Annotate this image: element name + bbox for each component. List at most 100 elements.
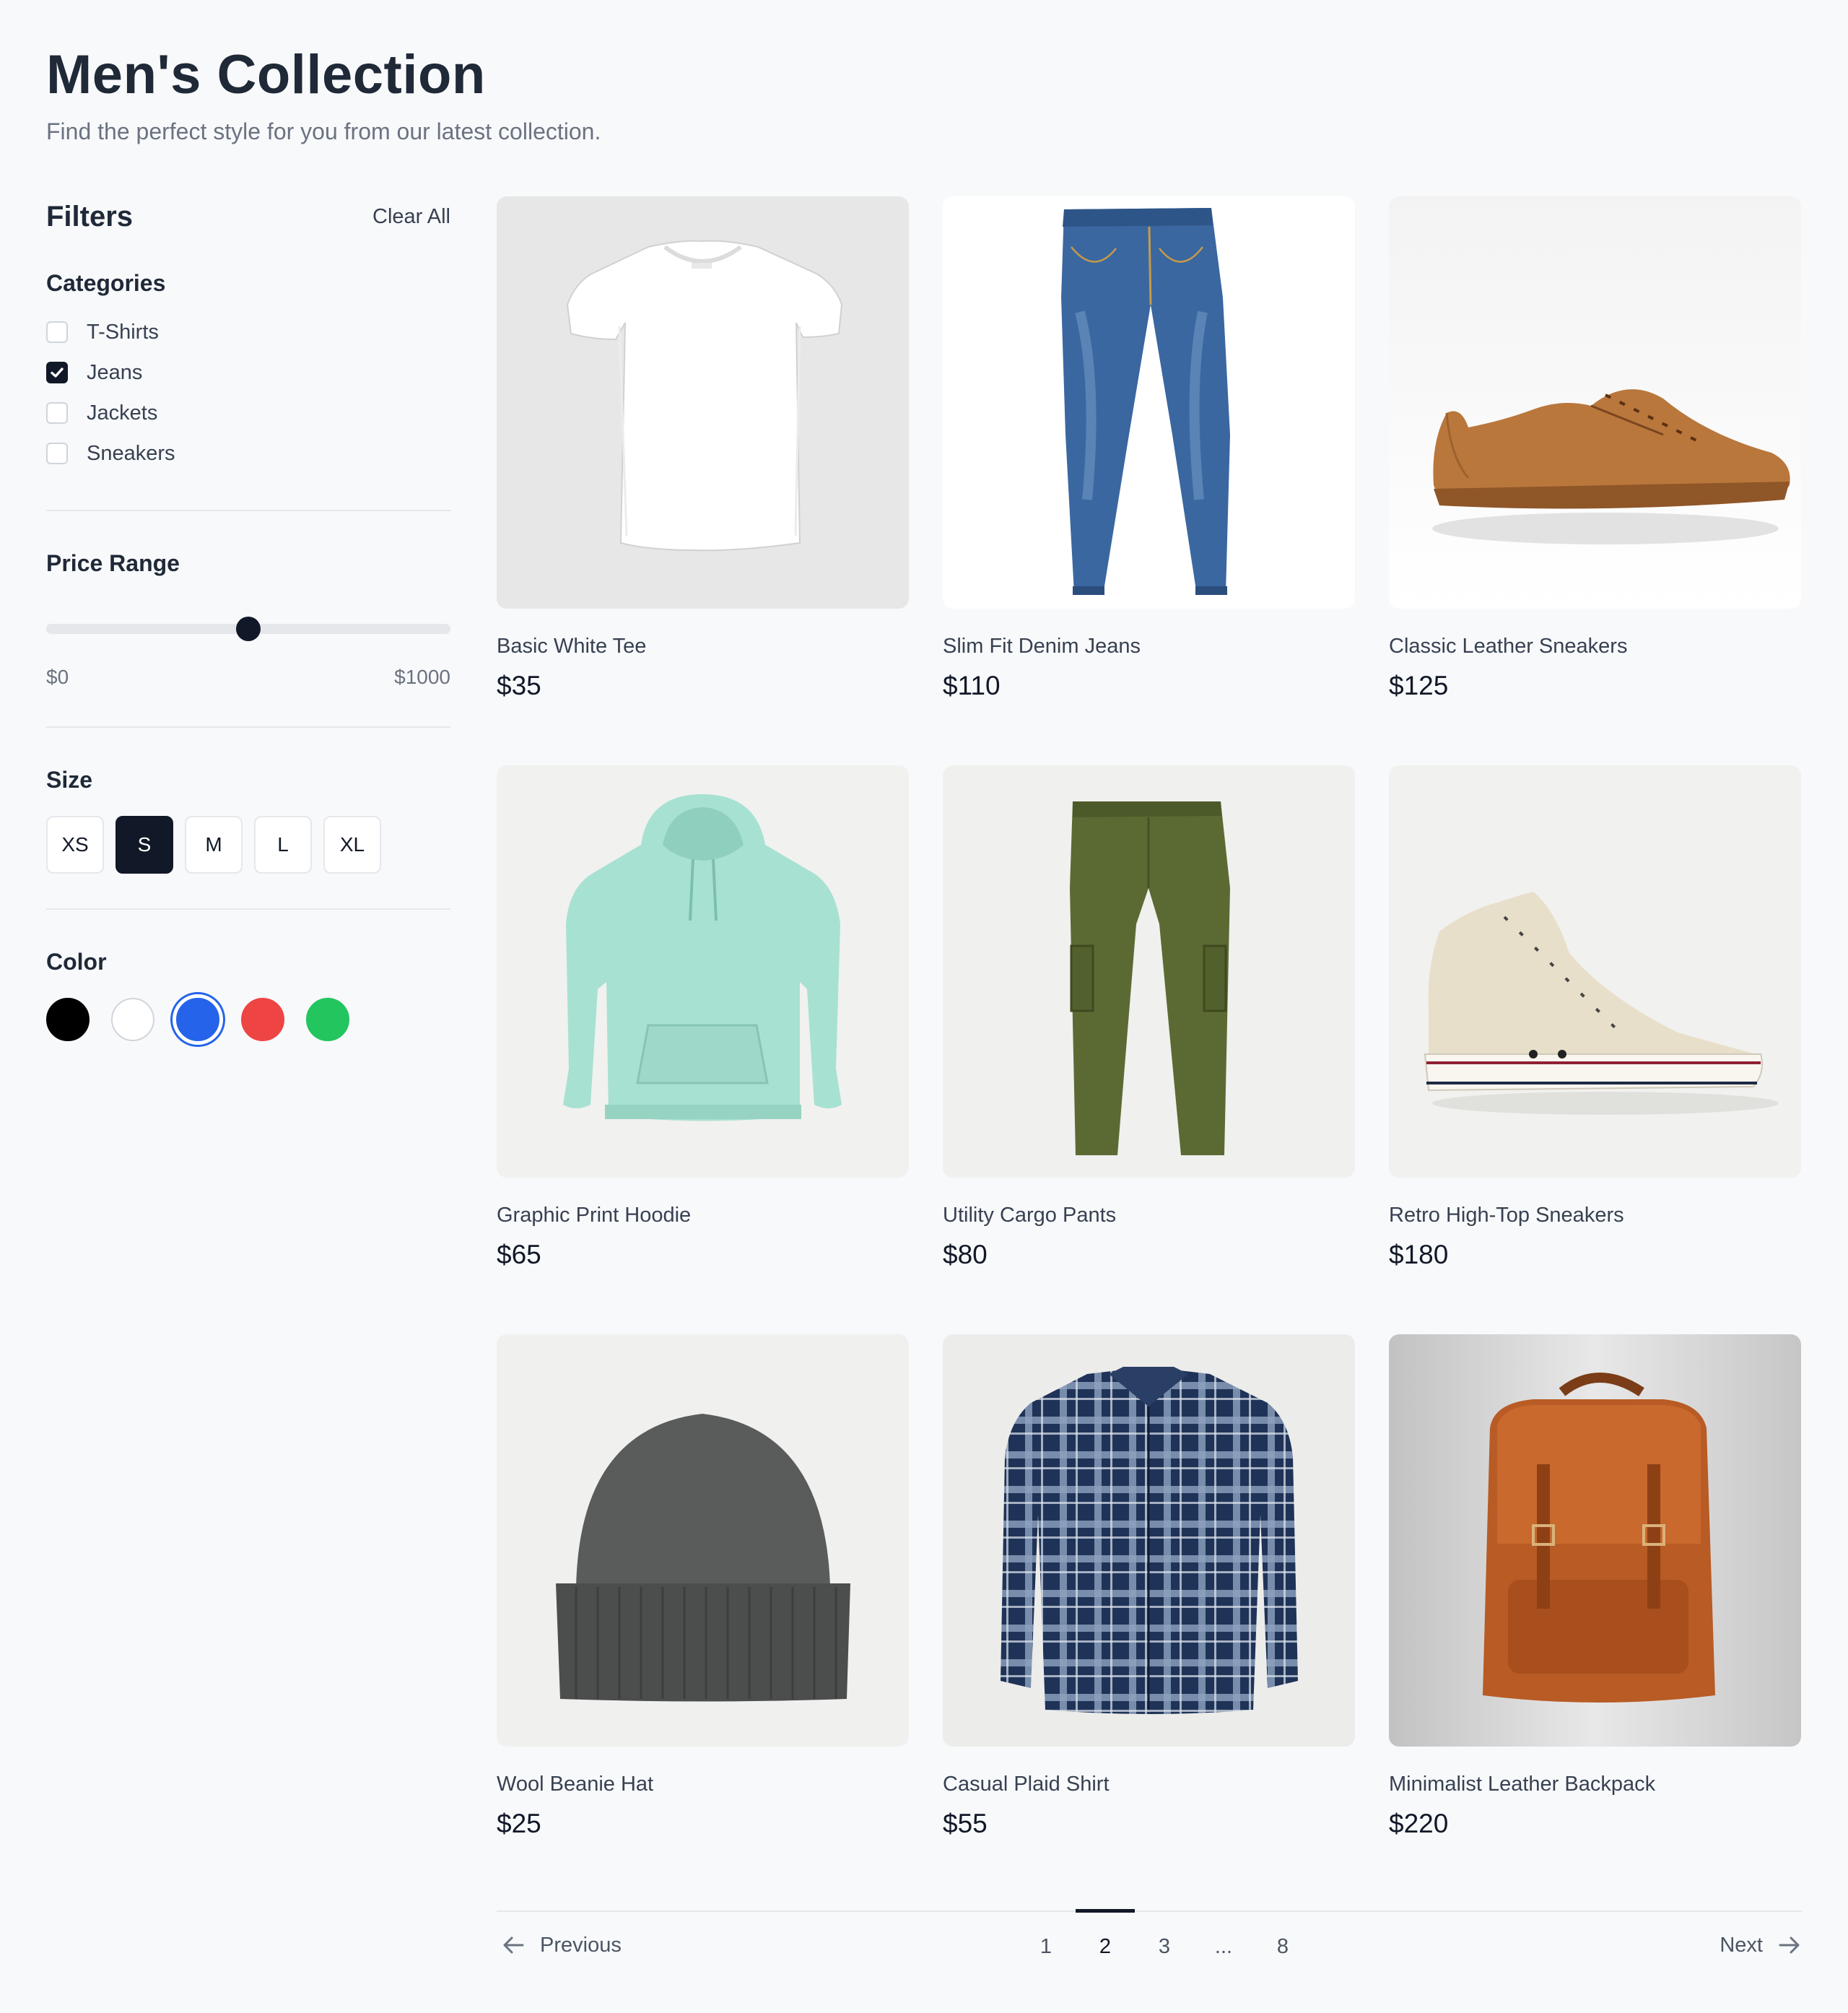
product-image[interactable] bbox=[943, 765, 1355, 1178]
tshirt-image bbox=[497, 196, 909, 609]
next-button[interactable]: Next bbox=[1720, 1932, 1802, 1958]
category-item-jackets[interactable]: Jackets bbox=[46, 393, 450, 433]
product-name[interactable]: Basic White Tee bbox=[497, 632, 909, 661]
checkbox[interactable] bbox=[46, 443, 68, 464]
product-name[interactable]: Graphic Print Hoodie bbox=[497, 1201, 909, 1230]
divider bbox=[46, 908, 450, 910]
page-ellipsis: ... bbox=[1214, 1934, 1233, 1958]
checkbox-checked[interactable] bbox=[46, 362, 68, 383]
divider bbox=[46, 726, 450, 728]
product-card[interactable]: Minimalist Leather Backpack $220 bbox=[1389, 1334, 1801, 1903]
plaid-shirt-image bbox=[943, 1334, 1355, 1747]
category-list: T-Shirts Jeans Jackets Sneakers bbox=[46, 312, 450, 474]
arrow-right-icon bbox=[1779, 1936, 1800, 1954]
page-title: Men's Collection bbox=[46, 44, 486, 105]
divider bbox=[46, 510, 450, 511]
previous-label: Previous bbox=[540, 1933, 622, 1957]
next-label: Next bbox=[1720, 1933, 1763, 1957]
category-label: Sneakers bbox=[87, 441, 175, 465]
color-swatch-red[interactable] bbox=[241, 998, 284, 1041]
product-card[interactable]: Wool Beanie Hat $25 bbox=[497, 1334, 909, 1903]
color-section: Color bbox=[46, 947, 450, 1041]
hightop-image bbox=[1389, 765, 1801, 1178]
product-image[interactable] bbox=[497, 765, 909, 1178]
size-button-s[interactable]: S bbox=[116, 816, 173, 874]
size-title: Size bbox=[46, 767, 93, 793]
product-name[interactable]: Slim Fit Denim Jeans bbox=[943, 632, 1355, 661]
product-name[interactable]: Minimalist Leather Backpack bbox=[1389, 1770, 1801, 1799]
arrow-left-icon bbox=[503, 1936, 524, 1954]
product-card[interactable]: Casual Plaid Shirt $55 bbox=[943, 1334, 1355, 1903]
page-8[interactable]: 8 bbox=[1253, 1912, 1312, 1962]
product-name[interactable]: Wool Beanie Hat bbox=[497, 1770, 909, 1799]
product-price: $220 bbox=[1389, 1809, 1449, 1838]
size-button-m[interactable]: M bbox=[185, 816, 243, 874]
categories-title: Categories bbox=[46, 270, 166, 296]
product-price: $35 bbox=[497, 671, 541, 700]
page-subtitle: Find the perfect style for you from our … bbox=[46, 118, 601, 144]
categories-section: Categories T-Shirts Jeans Jackets Sneake… bbox=[46, 269, 450, 474]
product-price: $110 bbox=[943, 671, 1001, 700]
checkbox[interactable] bbox=[46, 321, 68, 343]
category-item-jeans[interactable]: Jeans bbox=[46, 352, 450, 393]
checkbox[interactable] bbox=[46, 402, 68, 424]
product-card[interactable]: Graphic Print Hoodie $65 bbox=[497, 765, 909, 1334]
filters-title: Filters bbox=[46, 200, 134, 232]
product-card[interactable]: Slim Fit Denim Jeans $110 bbox=[943, 196, 1355, 765]
page-2[interactable]: 2 bbox=[1076, 1909, 1135, 1962]
product-name[interactable]: Classic Leather Sneakers bbox=[1389, 632, 1801, 661]
product-name[interactable]: Retro High-Top Sneakers bbox=[1389, 1201, 1801, 1230]
page-header: Men's Collection Find the perfect style … bbox=[46, 43, 601, 146]
product-price: $125 bbox=[1389, 671, 1449, 700]
page-1[interactable]: 1 bbox=[1016, 1912, 1076, 1962]
color-title: Color bbox=[46, 949, 107, 975]
price-range-section: Price Range $0 $1000 bbox=[46, 549, 450, 689]
color-swatch-white[interactable] bbox=[111, 998, 154, 1041]
page-3[interactable]: 3 bbox=[1135, 1912, 1194, 1962]
size-section: Size XS S M L XL bbox=[46, 765, 450, 874]
clear-all-button[interactable]: Clear All bbox=[372, 205, 450, 229]
category-label: T-Shirts bbox=[87, 320, 159, 344]
product-card[interactable]: Basic White Tee $35 bbox=[497, 196, 909, 765]
slider-thumb[interactable] bbox=[236, 617, 261, 641]
product-image[interactable] bbox=[1389, 765, 1801, 1178]
cargo-pants-image bbox=[943, 765, 1355, 1178]
product-grid: Basic White Tee $35 Slim Fit Denim Jeans… bbox=[497, 196, 1802, 1903]
checkmark-icon bbox=[51, 368, 64, 378]
price-slider[interactable] bbox=[46, 617, 450, 641]
product-image[interactable] bbox=[1389, 196, 1801, 609]
category-item-sneakers[interactable]: Sneakers bbox=[46, 433, 450, 474]
price-max-label: $1000 bbox=[394, 666, 450, 688]
color-swatch-green[interactable] bbox=[306, 998, 349, 1041]
product-name[interactable]: Casual Plaid Shirt bbox=[943, 1770, 1355, 1799]
product-image[interactable] bbox=[497, 196, 909, 609]
size-options: XS S M L XL bbox=[46, 816, 450, 874]
product-price: $65 bbox=[497, 1240, 541, 1269]
product-name[interactable]: Utility Cargo Pants bbox=[943, 1201, 1355, 1230]
product-image[interactable] bbox=[1389, 1334, 1801, 1747]
category-label: Jackets bbox=[87, 401, 158, 425]
sneaker-image bbox=[1389, 196, 1801, 609]
color-swatch-blue[interactable] bbox=[176, 998, 219, 1041]
size-button-xl[interactable]: XL bbox=[323, 816, 381, 874]
price-range-labels: $0 $1000 bbox=[46, 666, 450, 689]
product-image[interactable] bbox=[943, 1334, 1355, 1747]
previous-button[interactable]: Previous bbox=[501, 1932, 622, 1958]
product-card[interactable]: Retro High-Top Sneakers $180 bbox=[1389, 765, 1801, 1334]
product-price: $25 bbox=[497, 1809, 541, 1838]
product-image[interactable] bbox=[943, 196, 1355, 609]
category-label: Jeans bbox=[87, 360, 143, 384]
size-button-l[interactable]: L bbox=[254, 816, 312, 874]
size-button-xs[interactable]: XS bbox=[46, 816, 104, 874]
backpack-image bbox=[1389, 1334, 1801, 1747]
filters-sidebar: Filters Clear All Categories T-Shirts Je… bbox=[46, 196, 450, 1041]
category-item-tshirts[interactable]: T-Shirts bbox=[46, 312, 450, 352]
color-options bbox=[46, 998, 450, 1041]
hoodie-image bbox=[497, 765, 909, 1178]
product-card[interactable]: Classic Leather Sneakers $125 bbox=[1389, 196, 1801, 765]
price-min-label: $0 bbox=[46, 666, 69, 688]
product-card[interactable]: Utility Cargo Pants $80 bbox=[943, 765, 1355, 1334]
product-image[interactable] bbox=[497, 1334, 909, 1747]
color-swatch-black[interactable] bbox=[46, 998, 90, 1041]
filters-header: Filters Clear All bbox=[46, 196, 450, 237]
